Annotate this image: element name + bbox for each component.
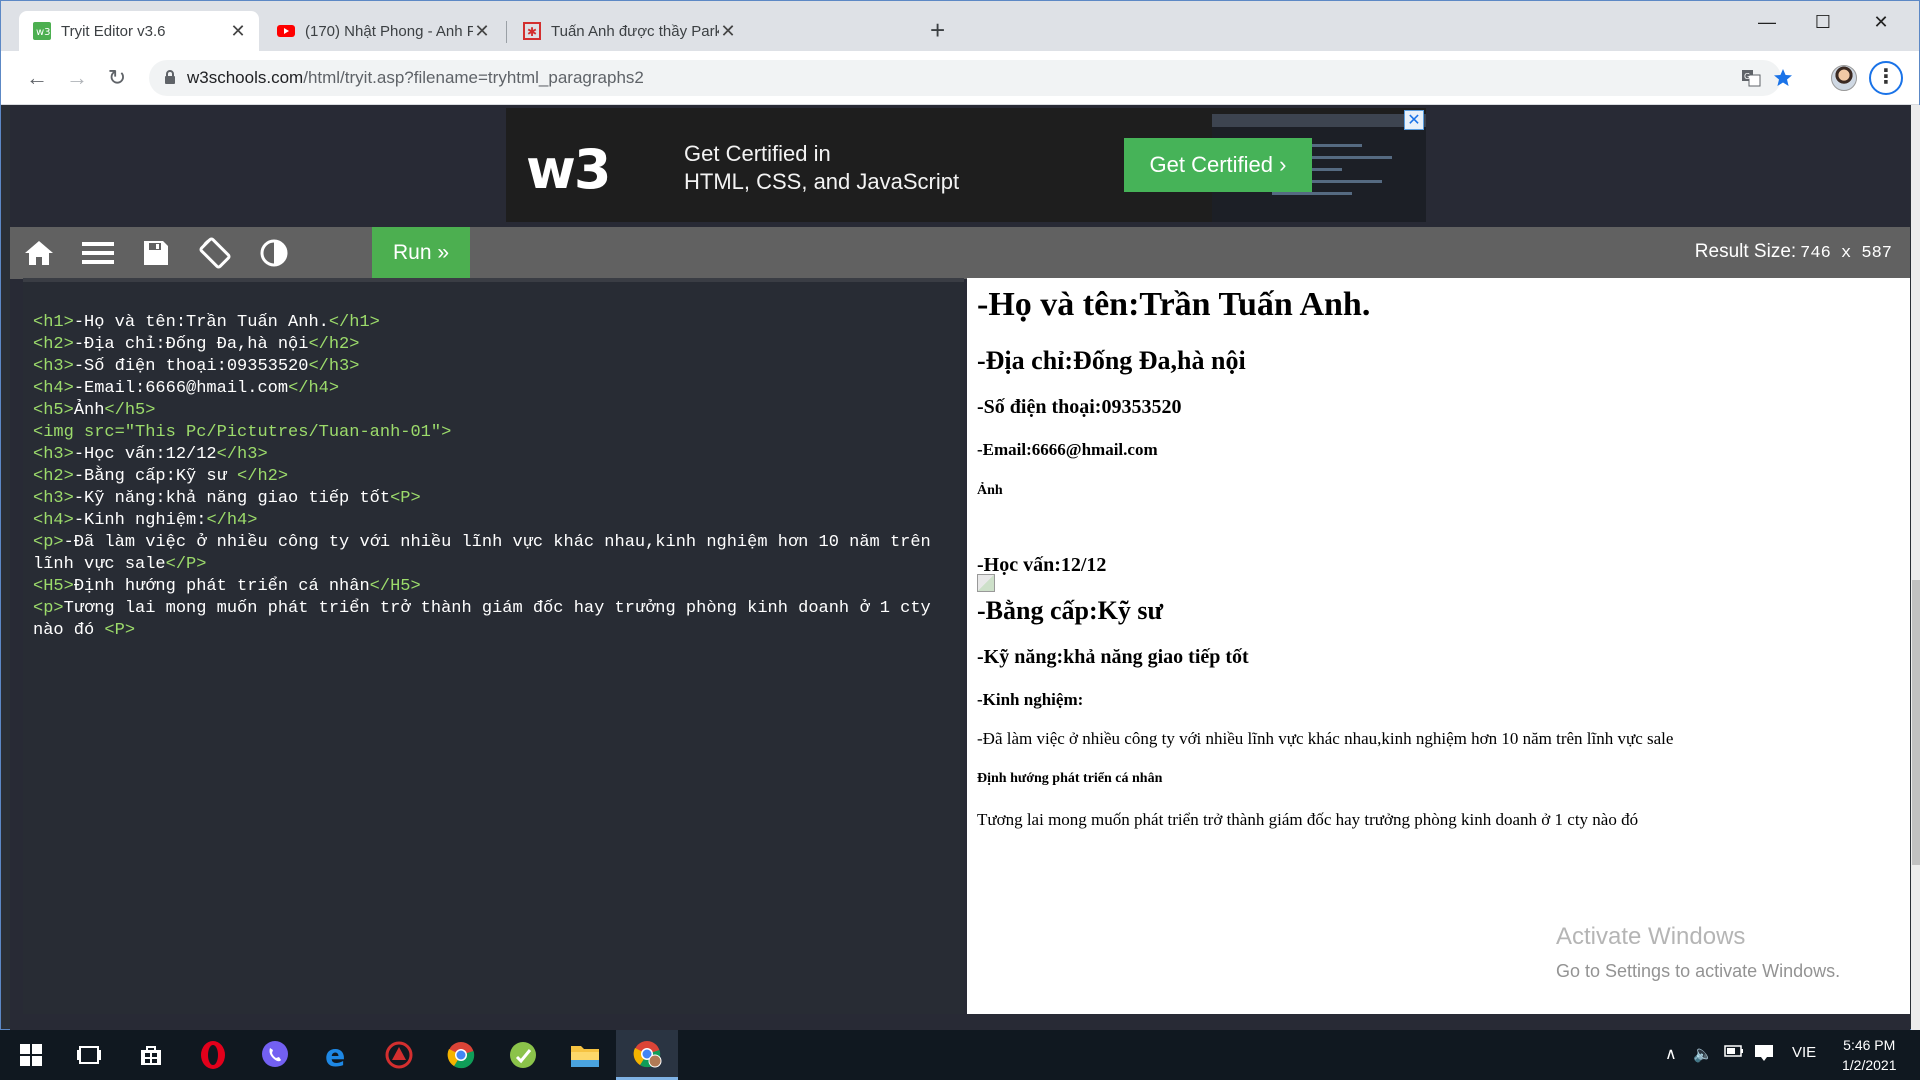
result-frame: -Họ và tên:Trần Tuấn Anh. -Địa chỉ:Đống …: [967, 278, 1910, 1014]
tab-title: (170) Nhật Phong - Anh Phải Sống: [305, 22, 473, 40]
tab-title: Tuấn Anh được thầy Park đánh giá: [551, 22, 719, 40]
action-center-icon[interactable]: [1754, 1044, 1774, 1067]
run-button[interactable]: Run »: [372, 227, 470, 279]
browser-window: w3 Tryit Editor v3.6 ✕ (170) Nhật Phong …: [0, 0, 1920, 1030]
reload-icon[interactable]: ↻: [103, 64, 131, 92]
code-line[interactable]: <p>-Đã làm việc ở nhiều công ty với nhiề…: [33, 532, 963, 576]
close-window-icon[interactable]: ✕: [1853, 9, 1909, 35]
input-language[interactable]: VIE: [1792, 1044, 1816, 1061]
zalo-icon[interactable]: [492, 1030, 554, 1080]
tryit-toolbar: Run » Result Size: 746 x 587: [10, 227, 1910, 279]
new-tab-button[interactable]: +: [930, 17, 945, 43]
tab-strip: w3 Tryit Editor v3.6 ✕ (170) Nhật Phong …: [1, 1, 1919, 51]
result-h1-name: -Họ và tên:Trần Tuấn Anh.: [977, 286, 1371, 323]
code-editor[interactable]: <h1>-Họ và tên:Trần Tuấn Anh.</h1> <h2>-Đ…: [23, 278, 964, 1014]
code-line[interactable]: <h1>-Họ và tên:Trần Tuấn Anh.</h1>: [33, 312, 963, 334]
result-h5-photo: Ảnh: [977, 483, 1003, 498]
show-hidden-icons-icon[interactable]: ∧: [1665, 1044, 1677, 1064]
code-line[interactable]: <h3>-Kỹ năng:khả năng giao tiếp tốt<P>: [33, 488, 963, 510]
code-line[interactable]: <img src="This Pc/Pictutres/Tuan-anh-01"…: [33, 422, 963, 444]
news-favicon-icon: ✱: [523, 22, 541, 40]
scrollbar-thumb[interactable]: [1912, 580, 1920, 865]
code-line[interactable]: <h4>-Email:6666@hmail.com</h4>: [33, 378, 963, 400]
svg-text:w3: w3: [36, 27, 51, 38]
browser-toolbar: ← → ↻ w3schools.com/html/tryit.asp?filen…: [1, 51, 1919, 105]
code-line[interactable]: <h4>-Kinh nghiệm:</h4>: [33, 510, 963, 532]
code-line[interactable]: <H5>Định hướng phát triển cá nhân</H5>: [33, 576, 963, 598]
code-line[interactable]: <h2>-Bằng cấp:Kỹ sư </h2>: [33, 466, 963, 488]
svg-text:G: G: [1744, 72, 1750, 81]
code-line[interactable]: <h5>Ảnh</h5>: [33, 400, 963, 422]
w3-logo: w3: [526, 138, 611, 201]
profile-avatar[interactable]: [1831, 65, 1857, 91]
result-h3-education: -Học vấn:12/12: [977, 554, 1107, 576]
address-bar[interactable]: w3schools.com/html/tryit.asp?filename=tr…: [149, 60, 1792, 96]
start-icon[interactable]: [0, 1030, 62, 1080]
result-h2-degree: -Bằng cấp:Kỹ sư: [977, 596, 1164, 625]
result-h5-direction: Định hướng phát triển cá nhân: [977, 771, 1163, 786]
code-line[interactable]: <h2>-Địa chỉ:Đống Đa,hà nội</h2>: [33, 334, 963, 356]
w3schools-page: w3 Get Certified in HTML, CSS, and JavaS…: [10, 105, 1910, 1030]
tab-youtube[interactable]: (170) Nhật Phong - Anh Phải Sống ✕: [263, 11, 503, 51]
minimize-icon[interactable]: —: [1739, 9, 1795, 35]
translate-icon[interactable]: G: [1741, 68, 1761, 88]
result-p-experience: -Đã làm việc ở nhiều công ty với nhiều l…: [977, 729, 1674, 748]
forward-arrow-icon[interactable]: →: [63, 64, 91, 92]
viber-icon[interactable]: [244, 1030, 306, 1080]
result-h4-email: -Email:6666@hmail.com: [977, 440, 1158, 459]
tab-tryit-editor[interactable]: w3 Tryit Editor v3.6 ✕: [19, 11, 259, 51]
svg-text:e: e: [325, 1041, 345, 1069]
tab-close-icon[interactable]: ✕: [473, 21, 491, 42]
bookmark-star-icon[interactable]: [1773, 68, 1793, 88]
get-certified-button[interactable]: Get Certified ›: [1124, 138, 1312, 192]
chrome-icon[interactable]: [430, 1030, 492, 1080]
back-arrow-icon[interactable]: ←: [23, 64, 51, 92]
svg-text:✱: ✱: [527, 25, 537, 39]
result-size: Result Size: 746 x 587: [1694, 241, 1892, 263]
youtube-favicon-icon: [277, 25, 295, 37]
tab-separator: [506, 21, 507, 43]
w3schools-favicon-icon: w3: [33, 22, 51, 40]
game-icon[interactable]: [368, 1030, 430, 1080]
result-h3-phone: -Số điện thoại:09353520: [977, 396, 1182, 418]
browser-menu-icon[interactable]: ⋮: [1869, 61, 1903, 95]
store-icon[interactable]: [120, 1030, 182, 1080]
file-explorer-icon[interactable]: [554, 1030, 616, 1080]
lock-icon: [165, 70, 175, 84]
code-line[interactable]: <h3>-Học vấn:12/12</h3>: [33, 444, 963, 466]
system-clock[interactable]: 5:46 PM 1/2/2021: [1842, 1035, 1897, 1075]
tab-close-icon[interactable]: ✕: [229, 21, 247, 42]
result-p-future: Tương lai mong muốn phát triển trở thành…: [977, 810, 1639, 829]
battery-icon[interactable]: [1724, 1044, 1744, 1063]
code-text[interactable]: <h1>-Họ và tên:Trần Tuấn Anh.</h1> <h2>-Đ…: [33, 312, 963, 642]
result-h3-skills: -Kỹ năng:khả năng giao tiếp tốt: [977, 646, 1249, 668]
volume-icon[interactable]: 🔈: [1693, 1044, 1713, 1064]
tab-close-icon[interactable]: ✕: [719, 21, 737, 42]
ad-close-icon[interactable]: ✕: [1404, 110, 1424, 130]
activate-windows-title: Activate Windows: [1556, 923, 1746, 950]
edge-icon[interactable]: e: [306, 1030, 368, 1080]
maximize-icon[interactable]: ☐: [1795, 9, 1851, 35]
url-text: w3schools.com/html/tryit.asp?filename=tr…: [187, 68, 644, 87]
certification-ad[interactable]: w3 Get Certified in HTML, CSS, and JavaS…: [506, 108, 1426, 222]
theme-toggle-icon[interactable]: [239, 227, 309, 279]
tab-title: Tryit Editor v3.6: [61, 22, 166, 40]
chrome-active-icon[interactable]: [616, 1030, 678, 1080]
activate-windows-subtitle: Go to Settings to activate Windows.: [1556, 961, 1841, 981]
result-h4-experience: -Kinh nghiệm:: [977, 690, 1084, 709]
code-line[interactable]: <p>Tương lai mong muốn phát triển trở th…: [33, 598, 963, 642]
code-line[interactable]: <h3>-Số điện thoại:09353520</h3>: [33, 356, 963, 378]
task-view-icon[interactable]: [58, 1030, 120, 1080]
page-scrollbar[interactable]: [1911, 105, 1920, 1030]
result-h2-address: -Địa chỉ:Đống Đa,hà nội: [977, 346, 1246, 375]
ad-headline: Get Certified in HTML, CSS, and JavaScri…: [684, 141, 960, 194]
windows-taskbar: e ∧ 🔈 VIE 5:46 PM 1/2/2021: [0, 1030, 1920, 1080]
opera-icon[interactable]: [182, 1030, 244, 1080]
tab-news[interactable]: ✱ Tuấn Anh được thầy Park đánh giá ✕: [509, 11, 749, 51]
